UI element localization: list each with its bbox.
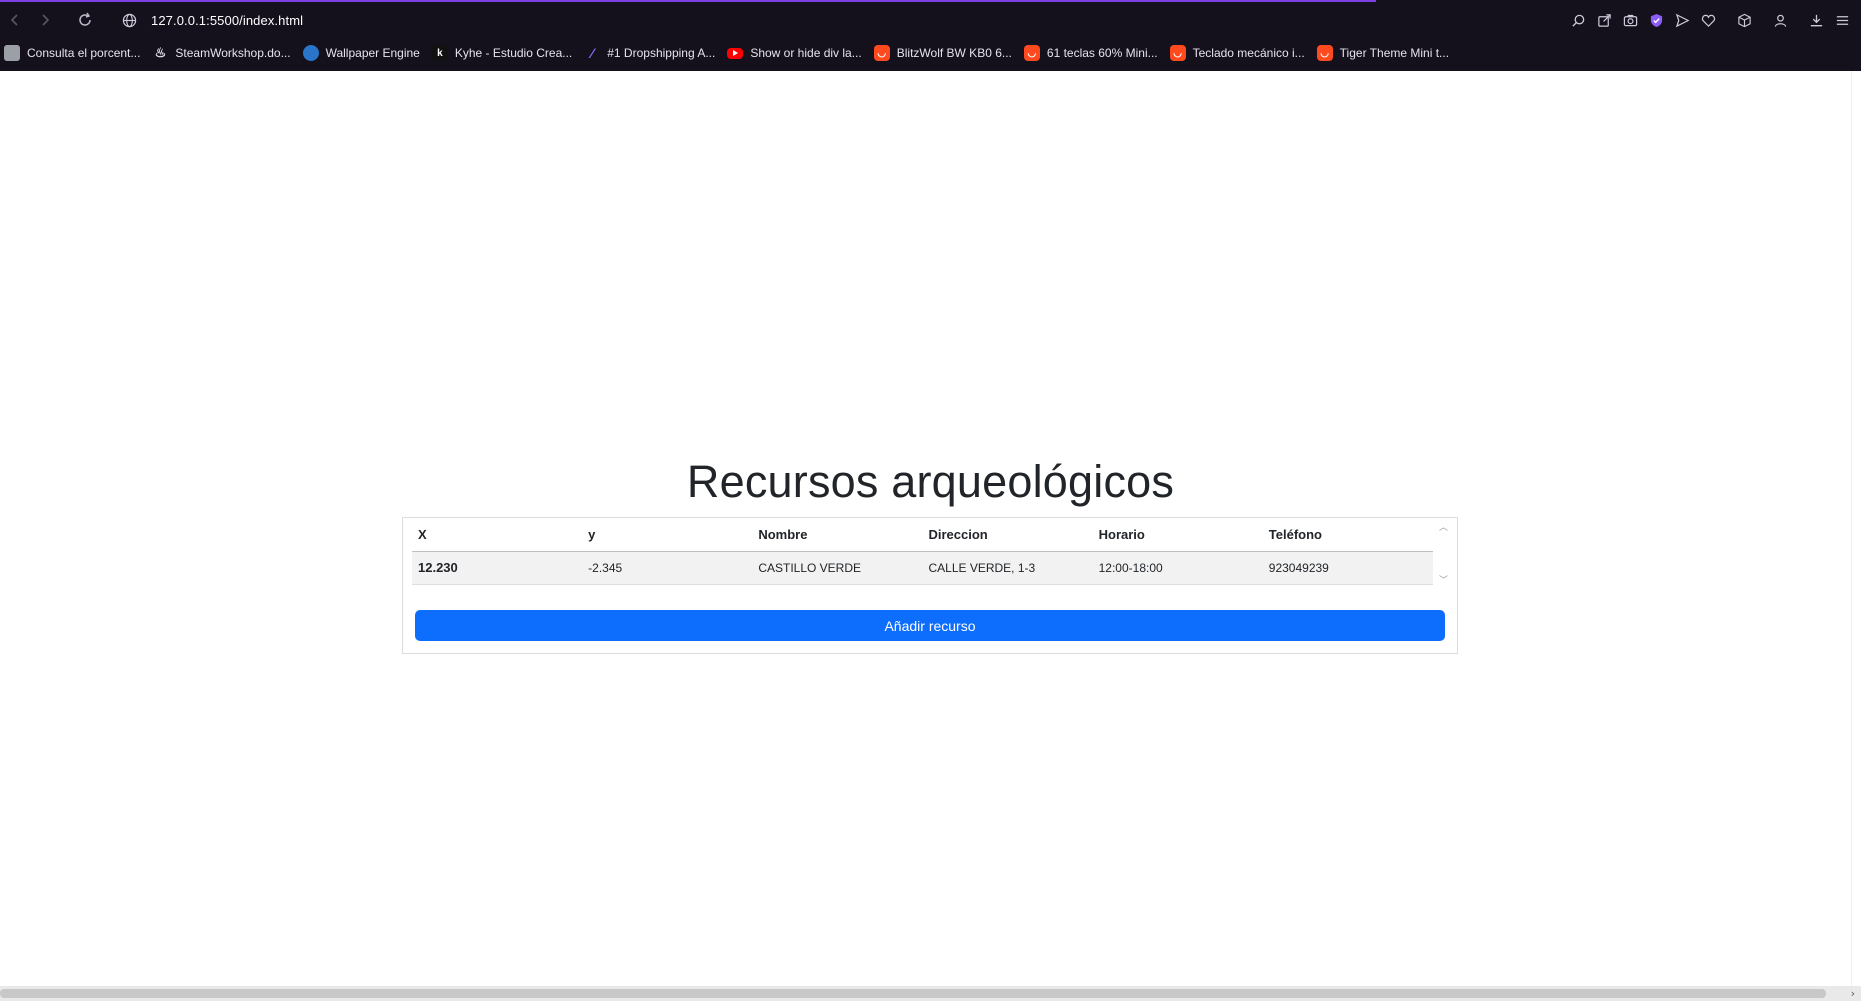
browser-chrome: 127.0.0.1:5500/index.html Consulta el po…: [0, 0, 1861, 71]
page-horizontal-scrollbar[interactable]: ›: [0, 986, 1861, 1001]
cell-horario: 12:00-18:00: [1092, 551, 1263, 585]
column-header-nombre: Nombre: [752, 518, 923, 552]
column-header-telefono: Teléfono: [1262, 518, 1433, 552]
dropshipping-icon: ⁄: [591, 45, 594, 61]
heart-icon[interactable]: [1695, 7, 1721, 33]
column-header-x: X: [412, 518, 583, 552]
column-header-horario: Horario: [1092, 518, 1263, 552]
bookmark-item[interactable]: ⁄ #1 Dropshipping A...: [584, 45, 715, 61]
bookmark-item[interactable]: ◡ BlitzWolf BW KB0 6...: [873, 45, 1012, 61]
bookmark-label: SteamWorkshop.do...: [175, 46, 291, 60]
aliexpress-icon: ◡: [1023, 45, 1040, 61]
bookmark-item[interactable]: k Kyhe - Estudio Crea...: [431, 45, 573, 61]
table-header-row: X y Nombre Direccion Horario Teléfono: [412, 518, 1433, 552]
bookmarks-bar: Consulta el porcent... ♨ SteamWorkshop.d…: [0, 40, 1861, 66]
bookmark-item[interactable]: Wallpaper Engine: [302, 45, 420, 61]
youtube-icon: [727, 47, 744, 59]
bookmark-label: 61 teclas 60% Mini...: [1046, 46, 1158, 60]
bookmark-item[interactable]: ♨ SteamWorkshop.do...: [152, 45, 291, 61]
back-button[interactable]: [0, 5, 30, 35]
cell-direccion: CALLE VERDE, 1-3: [922, 551, 1093, 585]
bookmark-item[interactable]: Consulta el porcent...: [4, 45, 140, 61]
generic-favicon-icon: [4, 45, 20, 61]
address-bar[interactable]: 127.0.0.1:5500/index.html: [151, 13, 303, 28]
table-scrollbar[interactable]: ︿ ﹀: [1439, 520, 1449, 586]
bookmark-item[interactable]: Show or hide div la...: [727, 46, 862, 60]
browser-toolbar: 127.0.0.1:5500/index.html: [0, 2, 1861, 38]
kyhe-icon: k: [431, 45, 448, 61]
extensions-cube-icon[interactable]: [1731, 7, 1757, 33]
camera-icon[interactable]: [1617, 7, 1643, 33]
site-info-icon[interactable]: [122, 13, 137, 28]
add-resource-button[interactable]: Añadir recurso: [415, 610, 1445, 641]
reload-icon: [79, 12, 91, 26]
aliexpress-icon: ◡: [1169, 45, 1186, 61]
bookmark-item[interactable]: ◡ Teclado mecánico i...: [1169, 45, 1305, 61]
scrollbar-thumb[interactable]: [0, 989, 1826, 998]
scroll-right-icon[interactable]: ›: [1851, 987, 1855, 1000]
cell-y: -2.345: [582, 551, 753, 585]
cell-x: 12.230: [412, 551, 583, 585]
steam-icon: ♨: [154, 45, 167, 60]
column-header-y: y: [582, 518, 753, 552]
bookmark-item[interactable]: ◡ Tiger Theme Mini t...: [1316, 45, 1450, 61]
download-icon[interactable]: [1803, 7, 1829, 33]
arrow-right-icon: [42, 14, 50, 26]
profile-icon[interactable]: [1767, 7, 1793, 33]
bookmark-label: #1 Dropshipping A...: [607, 46, 716, 60]
cell-telefono: 923049239: [1262, 551, 1433, 585]
send-icon[interactable]: [1669, 7, 1695, 33]
bookmark-label: Teclado mecánico i...: [1192, 46, 1305, 60]
bookmark-label: Show or hide div la...: [750, 46, 862, 60]
forward-button[interactable]: [30, 5, 60, 35]
bookmark-label: Consulta el porcent...: [27, 46, 141, 60]
menu-icon[interactable]: [1829, 7, 1855, 33]
vpn-shield-icon[interactable]: [1643, 7, 1669, 33]
resources-card: X y Nombre Direccion Horario Teléfono 12…: [402, 517, 1458, 654]
reload-button[interactable]: [70, 5, 100, 35]
bookmark-label: Kyhe - Estudio Crea...: [454, 46, 573, 60]
aliexpress-icon: ◡: [873, 45, 890, 61]
share-icon[interactable]: [1591, 7, 1617, 33]
bookmark-label: Tiger Theme Mini t...: [1339, 46, 1450, 60]
bookmark-label: BlitzWolf BW KB0 6...: [896, 46, 1012, 60]
page-vertical-scrollbar[interactable]: [1851, 71, 1861, 987]
resources-table: X y Nombre Direccion Horario Teléfono 12…: [412, 518, 1433, 585]
table-row: 12.230 -2.345 CASTILLO VERDE CALLE VERDE…: [412, 551, 1433, 585]
resources-table-container[interactable]: X y Nombre Direccion Horario Teléfono 12…: [412, 518, 1433, 585]
scroll-down-icon[interactable]: ﹀: [1439, 573, 1448, 586]
wallpaper-engine-icon: [302, 45, 319, 61]
browser-tools: [1565, 2, 1855, 38]
bookmark-item[interactable]: ◡ 61 teclas 60% Mini...: [1023, 45, 1158, 61]
search-page-icon[interactable]: [1565, 7, 1591, 33]
arrow-left-icon: [10, 14, 18, 26]
column-header-direccion: Direccion: [922, 518, 1093, 552]
page-title: Recursos arqueológicos: [686, 456, 1175, 507]
scroll-up-icon[interactable]: ︿: [1439, 520, 1448, 533]
cell-nombre: CASTILLO VERDE: [752, 551, 923, 585]
bookmark-label: Wallpaper Engine: [325, 46, 420, 60]
aliexpress-icon: ◡: [1316, 45, 1333, 61]
